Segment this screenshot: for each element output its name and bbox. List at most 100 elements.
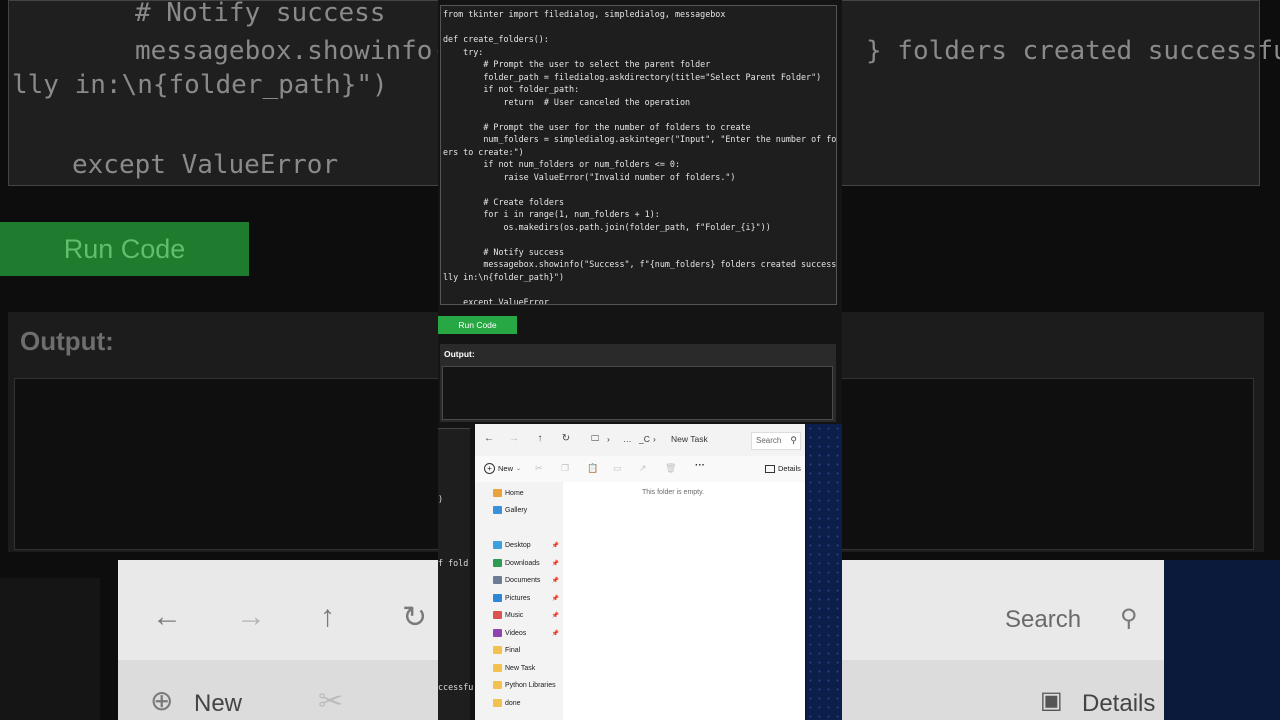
folder-content-area[interactable]: This folder is empty.: [563, 482, 805, 720]
sidebar-item[interactable]: Gallery: [493, 503, 561, 517]
file-explorer-window: ← → ↑ ↻ 🖵 › … _C › New Task Search ⚲ + N…: [475, 424, 805, 720]
sidebar-item[interactable]: New Task: [493, 661, 561, 675]
rename-icon[interactable]: ▭: [613, 463, 622, 474]
search-input[interactable]: Search ⚲: [751, 432, 801, 450]
download-icon: [493, 559, 502, 567]
bg-output-title: Output:: [20, 326, 114, 356]
pin-icon: 📌: [551, 542, 559, 549]
paste-icon[interactable]: 📋: [587, 463, 598, 474]
bg-run-button: Run Code: [0, 222, 249, 276]
bg-dark-block: [0, 578, 100, 720]
sidebar-item-label: Documents: [505, 576, 541, 584]
up-arrow-icon[interactable]: ↑: [533, 433, 547, 444]
share-icon[interactable]: ↗: [639, 463, 647, 474]
bg-details-icon: ▣: [1040, 687, 1063, 714]
sidebar-item[interactable]: Home: [493, 486, 561, 500]
address-bar: ← → ↑ ↻ 🖵 › … _C › New Task Search ⚲: [475, 424, 805, 456]
forward-arrow-icon[interactable]: →: [507, 433, 521, 444]
folder-icon: [493, 681, 502, 689]
sidebar-item-label: Desktop: [505, 541, 531, 549]
details-label: Details: [778, 464, 801, 473]
sidebar-item[interactable]: done: [493, 696, 561, 710]
bg-new-plus-icon: ⊕: [150, 685, 174, 716]
sidebar-item-label: Videos: [505, 629, 527, 637]
address-current-folder[interactable]: New Task: [671, 434, 708, 444]
bg-code-line: } folders created successfu: [866, 36, 1280, 66]
bg-forward-arrow-icon: →: [236, 600, 266, 633]
bg-search-label: Search: [1005, 606, 1082, 633]
bg-details-label: Details: [1082, 690, 1156, 717]
chevron-right-icon: ›: [653, 434, 656, 444]
bg-desktop-wallpaper: [1164, 560, 1280, 720]
sidebar-item-label: Python Libraries: [505, 681, 556, 689]
sidebar-item-label: Final: [505, 646, 521, 654]
sidebar-item-label: Downloads: [505, 559, 540, 567]
folder-icon: [493, 664, 502, 672]
sidebar-item[interactable]: Videos 📌: [493, 626, 561, 640]
sidebar-item[interactable]: Downloads 📌: [493, 556, 561, 570]
chevron-right-icon: ›: [607, 434, 610, 444]
delete-icon[interactable]: 🗑: [665, 463, 676, 474]
bg-new-label: New: [194, 690, 243, 717]
output-section: Output:: [440, 344, 836, 422]
bg-code-line: except ValueError: [72, 150, 339, 180]
output-box: [442, 366, 833, 420]
music-icon: [493, 611, 502, 619]
code-editor[interactable]: from tkinter import filedialog, simpledi…: [440, 5, 837, 305]
sidebar-item[interactable]: Desktop 📌: [493, 538, 561, 552]
new-label: New: [498, 464, 514, 473]
details-pane-icon: [765, 464, 775, 473]
sidebar-item[interactable]: Music 📌: [493, 608, 561, 622]
cut-icon[interactable]: ✂: [535, 463, 543, 474]
sidebar-item-label: Music: [505, 611, 524, 619]
background-editor-peek: ) f fold ccessfu: [438, 428, 474, 720]
bg-cut-icon: ✂: [318, 685, 344, 718]
peek-text: ccessfu: [438, 682, 474, 692]
pin-icon: 📌: [551, 612, 559, 619]
bg-refresh-icon: ↻: [402, 601, 428, 634]
pin-icon: 📌: [551, 577, 559, 584]
screen-recording-panel: from tkinter import filedialog, simpledi…: [438, 0, 842, 720]
output-title: Output:: [444, 349, 475, 359]
bg-back-arrow-icon: ←: [152, 600, 182, 633]
refresh-icon[interactable]: ↻: [559, 433, 573, 444]
plus-icon: +: [484, 463, 495, 474]
documents-icon: [493, 576, 502, 584]
folder-icon: [493, 646, 502, 654]
desktop-wallpaper: [806, 424, 842, 720]
bg-up-arrow-icon: ↑: [320, 600, 335, 633]
run-code-button[interactable]: Run Code: [438, 316, 517, 334]
address-overflow[interactable]: …: [623, 434, 632, 444]
home-icon: [493, 489, 502, 497]
navigation-pane: Home Gallery Desktop 📌 Downloads 📌 Documents 📌 P…: [475, 482, 564, 720]
bg-search-icon: ⚲: [1120, 605, 1138, 632]
pictures-icon: [493, 594, 502, 602]
peek-text: ): [438, 494, 444, 504]
command-bar: + New ⌄ ✂ ❐ 📋 ▭ ↗ 🗑 ··· Details: [475, 456, 805, 483]
sidebar-item[interactable]: Documents 📌: [493, 573, 561, 587]
pin-icon: 📌: [551, 595, 559, 602]
search-icon: ⚲: [790, 435, 797, 445]
sidebar-item[interactable]: Pictures 📌: [493, 591, 561, 605]
sidebar-item[interactable]: Final: [493, 643, 561, 657]
sidebar-item-label: New Task: [505, 664, 536, 672]
bg-code-line: messagebox.showinfo(: [135, 36, 449, 66]
chevron-down-icon: ⌄: [516, 466, 522, 472]
back-arrow-icon[interactable]: ←: [482, 433, 496, 444]
more-options-icon[interactable]: ···: [695, 460, 705, 471]
pc-icon[interactable]: 🖵: [591, 433, 599, 444]
sidebar-item-label: Home: [505, 489, 524, 497]
peek-text: f fold: [438, 558, 469, 568]
bg-code-line: lly in:\n{folder_path}"): [12, 70, 388, 100]
sidebar-item-label: done: [505, 699, 521, 707]
code-text[interactable]: from tkinter import filedialog, simpledi…: [443, 8, 836, 304]
pin-icon: 📌: [551, 560, 559, 567]
address-drive[interactable]: _C: [639, 434, 650, 444]
new-button[interactable]: + New ⌄: [484, 463, 521, 474]
details-button[interactable]: Details: [765, 464, 801, 473]
pin-icon: 📌: [551, 630, 559, 637]
folder-icon: [493, 699, 502, 707]
sidebar-item[interactable]: Python Libraries: [493, 678, 561, 692]
sidebar-item-label: Pictures: [505, 594, 531, 602]
copy-icon[interactable]: ❐: [561, 463, 569, 474]
